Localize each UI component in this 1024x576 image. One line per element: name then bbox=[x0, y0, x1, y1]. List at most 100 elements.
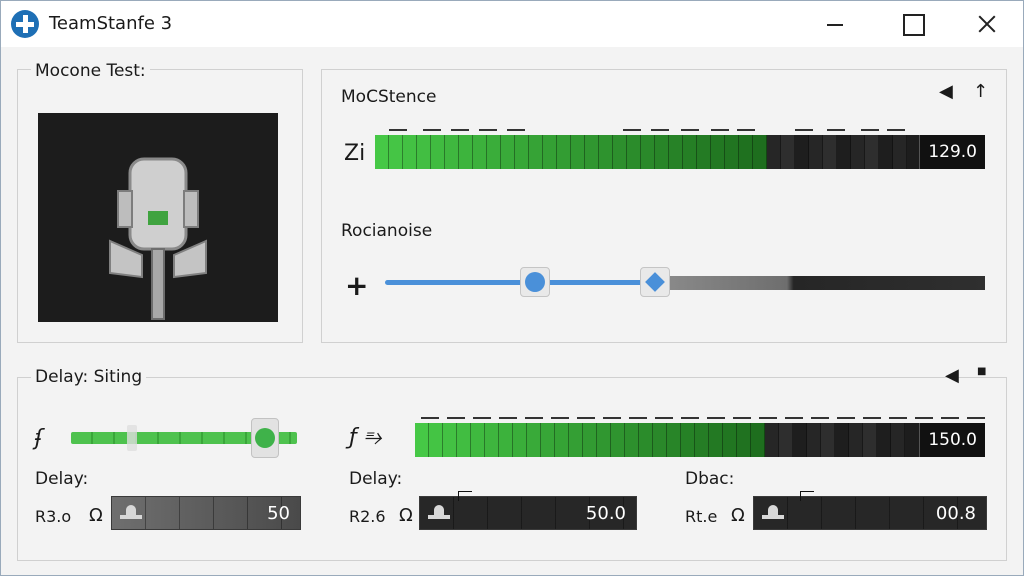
meter-segment bbox=[653, 423, 667, 457]
meter-segment bbox=[403, 135, 417, 169]
meter-segment bbox=[837, 135, 851, 169]
meter-segment bbox=[571, 135, 585, 169]
maximize-button[interactable] bbox=[889, 1, 935, 47]
dot-icon: ■ bbox=[977, 366, 987, 377]
meter-segment bbox=[611, 423, 625, 457]
field-2-value: 50.0 bbox=[585, 503, 626, 524]
meter-segment bbox=[599, 135, 613, 169]
meter-segment bbox=[877, 423, 891, 457]
meter-segment bbox=[431, 135, 445, 169]
left-slider-glyph: ʄ bbox=[35, 426, 43, 451]
delay-panel bbox=[17, 377, 1007, 561]
meter-segment bbox=[793, 423, 807, 457]
field-3-input[interactable]: 00.8 bbox=[753, 491, 987, 530]
meter-segment bbox=[445, 135, 459, 169]
meter-segment bbox=[655, 135, 669, 169]
title-bar[interactable]: TeamStanfe 3 bbox=[1, 1, 1023, 47]
meter-segment bbox=[737, 423, 751, 457]
meter-segment bbox=[457, 423, 471, 457]
microphone-icon bbox=[109, 157, 207, 320]
meter-segment bbox=[681, 423, 695, 457]
mocstence-glyph: Zi bbox=[344, 141, 366, 166]
meter-segment bbox=[781, 135, 795, 169]
meter-ticks-top bbox=[375, 129, 985, 133]
meter-segment bbox=[543, 135, 557, 169]
meter-segment bbox=[865, 135, 879, 169]
meter-segment bbox=[557, 135, 571, 169]
handle-icon bbox=[426, 503, 454, 525]
meter-segment bbox=[851, 135, 865, 169]
rocianoise-high-handle[interactable] bbox=[640, 267, 670, 297]
arrow-up-icon[interactable]: ↑ bbox=[973, 83, 988, 101]
meter-segment bbox=[471, 423, 485, 457]
close-button[interactable] bbox=[963, 1, 1009, 47]
meter-segment bbox=[835, 423, 849, 457]
meter-segment bbox=[779, 423, 793, 457]
meter-segment bbox=[529, 135, 543, 169]
meter-segment bbox=[541, 423, 555, 457]
microphone-preview bbox=[38, 113, 278, 322]
meter-segment bbox=[891, 423, 905, 457]
meter-segment bbox=[417, 135, 431, 169]
meter-segment bbox=[429, 423, 443, 457]
field-3-prefix: Rt.e bbox=[685, 507, 718, 526]
meter-segment bbox=[625, 423, 639, 457]
field-1-input[interactable]: 50 bbox=[111, 496, 301, 530]
add-icon[interactable]: + bbox=[345, 269, 368, 302]
delay-green-slider-handle[interactable] bbox=[251, 418, 280, 458]
minimize-button[interactable] bbox=[811, 1, 857, 47]
field-1-prefix: R3.o bbox=[35, 507, 72, 526]
speaker-icon[interactable]: ◀ bbox=[939, 83, 953, 101]
ohm-icon: Ω bbox=[399, 505, 413, 526]
meter-segment bbox=[389, 135, 403, 169]
meter-segment bbox=[473, 135, 487, 169]
app-window: TeamStanfe 3 Mocone Test: MoCStence ◀ ↑ … bbox=[0, 0, 1024, 576]
meter-segment bbox=[863, 423, 877, 457]
mocstence-level-meter: 129.0 bbox=[375, 135, 985, 169]
meter-segment bbox=[767, 135, 781, 169]
delay-meter-value: 150.0 bbox=[919, 423, 985, 457]
meter-segment bbox=[583, 423, 597, 457]
meter-segment bbox=[725, 135, 739, 169]
meter-segment bbox=[879, 135, 893, 169]
meter-segment bbox=[527, 423, 541, 457]
handle-icon bbox=[118, 503, 146, 525]
meter-segment bbox=[585, 135, 599, 169]
meter-segment bbox=[709, 423, 723, 457]
handle-icon bbox=[760, 503, 788, 525]
meter-segment bbox=[639, 423, 653, 457]
meter-segment bbox=[515, 135, 529, 169]
speaker-icon[interactable]: ◀ bbox=[945, 367, 959, 385]
mic-test-label: Mocone Test: bbox=[31, 61, 150, 81]
field-3-value: 00.8 bbox=[935, 503, 976, 524]
meter-segment bbox=[641, 135, 655, 169]
meter-segment bbox=[739, 135, 753, 169]
rocianoise-label: Rocianoise bbox=[341, 221, 433, 241]
meter-segment bbox=[821, 423, 835, 457]
meter-segment bbox=[487, 135, 501, 169]
meter-segment bbox=[809, 135, 823, 169]
meter-segment bbox=[697, 135, 711, 169]
meter-segment bbox=[751, 423, 765, 457]
meter-segment bbox=[597, 423, 611, 457]
field-2-prefix: R2.6 bbox=[349, 507, 386, 526]
field-2-title: Delay: bbox=[349, 469, 403, 489]
meter-segment bbox=[669, 135, 683, 169]
meter-segment bbox=[375, 135, 389, 169]
meter-segment bbox=[499, 423, 513, 457]
meter-segment bbox=[627, 135, 641, 169]
field-1-title: Delay: bbox=[35, 469, 89, 489]
meter-segment bbox=[485, 423, 499, 457]
app-logo-icon bbox=[11, 10, 39, 38]
meter-segment bbox=[765, 423, 779, 457]
meter-segment bbox=[823, 135, 837, 169]
field-3-title: Dbac: bbox=[685, 469, 735, 489]
slider-marker bbox=[127, 425, 137, 451]
meter-segment bbox=[501, 135, 515, 169]
meter-segment bbox=[753, 135, 767, 169]
delay-panel-label: Delay: Siting bbox=[31, 367, 147, 387]
rocianoise-low-handle[interactable] bbox=[520, 267, 550, 297]
field-2-input[interactable]: 50.0 bbox=[419, 491, 637, 530]
meter-segment bbox=[723, 423, 737, 457]
meter-segment bbox=[555, 423, 569, 457]
